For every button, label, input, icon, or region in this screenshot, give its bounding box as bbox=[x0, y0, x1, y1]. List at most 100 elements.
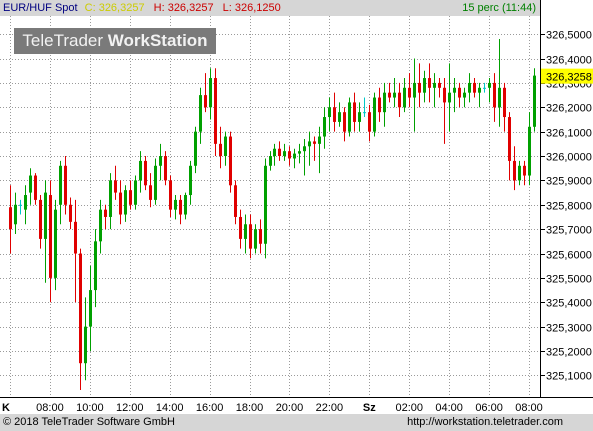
x-tick-label: 06:00 bbox=[475, 402, 503, 414]
candle bbox=[214, 68, 217, 157]
candle bbox=[119, 180, 122, 225]
candle-body bbox=[204, 95, 207, 108]
x-axis: K 08:00 10:00 12:00 14:00 16:00 18:00 20:00 22:0… bbox=[0, 397, 593, 415]
candle bbox=[513, 146, 516, 191]
candlestick-chart[interactable] bbox=[0, 0, 540, 397]
candle-body bbox=[19, 204, 22, 206]
candle-body bbox=[59, 165, 62, 205]
candle-body bbox=[104, 209, 107, 217]
candle-body bbox=[473, 82, 476, 93]
candle bbox=[473, 78, 476, 98]
candle-body bbox=[483, 87, 486, 89]
candle-body bbox=[368, 112, 371, 132]
candle bbox=[278, 141, 281, 161]
candle bbox=[44, 180, 47, 283]
candle-body bbox=[318, 136, 321, 144]
candle bbox=[39, 195, 42, 249]
candle bbox=[358, 102, 361, 132]
candle bbox=[139, 151, 142, 193]
x-tick-label: K bbox=[2, 402, 10, 414]
x-axis-ticks: K 08:00 10:00 12:00 14:00 16:00 18:00 20:00 22:0… bbox=[2, 402, 543, 414]
candle bbox=[458, 82, 461, 108]
candle-body bbox=[39, 199, 42, 239]
candle bbox=[503, 82, 506, 132]
candle-body bbox=[273, 148, 276, 157]
candle bbox=[488, 78, 491, 103]
candle-body bbox=[199, 95, 202, 132]
y-axis: 326,5000 326,4000 326,3000 326,2000 326,1000… bbox=[540, 0, 593, 397]
watermark-part2: WorkStation bbox=[107, 31, 208, 50]
candle bbox=[493, 73, 496, 122]
watermark-part1: TeleTrader bbox=[22, 31, 108, 50]
candle bbox=[114, 165, 117, 200]
candle bbox=[19, 199, 22, 215]
candle bbox=[154, 158, 157, 205]
candle-body bbox=[508, 117, 511, 161]
candle bbox=[348, 97, 351, 137]
candle bbox=[313, 136, 316, 161]
y-tick-label: 325,8000 bbox=[546, 201, 592, 213]
candle-body bbox=[428, 78, 431, 88]
y-tick-label: 325,4000 bbox=[546, 298, 592, 310]
candle-body bbox=[313, 141, 316, 144]
candle bbox=[134, 175, 137, 210]
low-value-label: L: 326,1250 bbox=[222, 2, 281, 14]
candle bbox=[24, 185, 27, 225]
candle bbox=[144, 156, 147, 191]
candle-body bbox=[219, 143, 222, 157]
candle bbox=[353, 92, 356, 132]
candle bbox=[423, 70, 426, 103]
candle-body bbox=[333, 107, 336, 122]
candle bbox=[413, 58, 416, 132]
candle bbox=[164, 151, 167, 186]
candle-body bbox=[259, 229, 262, 244]
candle-body bbox=[179, 199, 182, 215]
candle-body bbox=[453, 87, 456, 93]
candle bbox=[99, 199, 102, 254]
candle bbox=[288, 146, 291, 166]
candle bbox=[303, 138, 306, 176]
candle-body bbox=[164, 156, 167, 181]
candle bbox=[224, 131, 227, 166]
candle bbox=[368, 104, 371, 142]
candle-body bbox=[84, 326, 87, 364]
candle-body bbox=[114, 180, 117, 193]
candle-body bbox=[378, 97, 381, 113]
candle-body bbox=[388, 92, 391, 98]
candle-body bbox=[533, 75, 536, 127]
candle-body bbox=[423, 78, 426, 93]
candle-body bbox=[513, 160, 516, 181]
candle-body bbox=[154, 165, 157, 200]
y-tick-label: 326,4000 bbox=[546, 55, 592, 67]
candle-body bbox=[119, 192, 122, 215]
candle bbox=[333, 92, 336, 132]
candle-body bbox=[269, 156, 272, 166]
candle-body bbox=[74, 221, 77, 254]
candle bbox=[328, 97, 331, 132]
candle bbox=[293, 148, 296, 169]
close-value-label: C: 326,3257 bbox=[84, 2, 145, 14]
candle bbox=[199, 87, 202, 144]
x-tick-label: 02:00 bbox=[395, 402, 423, 414]
high-value-label: H: 326,3257 bbox=[153, 2, 214, 14]
candle bbox=[378, 87, 381, 122]
candle bbox=[184, 192, 187, 220]
candle-body bbox=[229, 136, 232, 186]
candle-body bbox=[109, 180, 112, 217]
candle-body bbox=[303, 146, 306, 152]
plot-area[interactable]: TeleTrader WorkStation EUR/HUF Spot C: 3… bbox=[0, 0, 540, 397]
candle bbox=[94, 229, 97, 308]
y-tick-label: 325,1000 bbox=[546, 371, 592, 383]
candle-body bbox=[249, 224, 252, 249]
candle-body bbox=[293, 153, 296, 159]
candle-body bbox=[244, 224, 247, 239]
candle-body bbox=[174, 199, 177, 210]
candle bbox=[234, 180, 237, 225]
candle-body bbox=[94, 241, 97, 291]
y-tick-label: 325,6000 bbox=[546, 250, 592, 262]
candle-body bbox=[239, 216, 242, 239]
x-tick-label: 16:00 bbox=[196, 402, 224, 414]
candle bbox=[388, 82, 391, 103]
candle-body bbox=[328, 107, 331, 118]
candle bbox=[528, 112, 531, 186]
